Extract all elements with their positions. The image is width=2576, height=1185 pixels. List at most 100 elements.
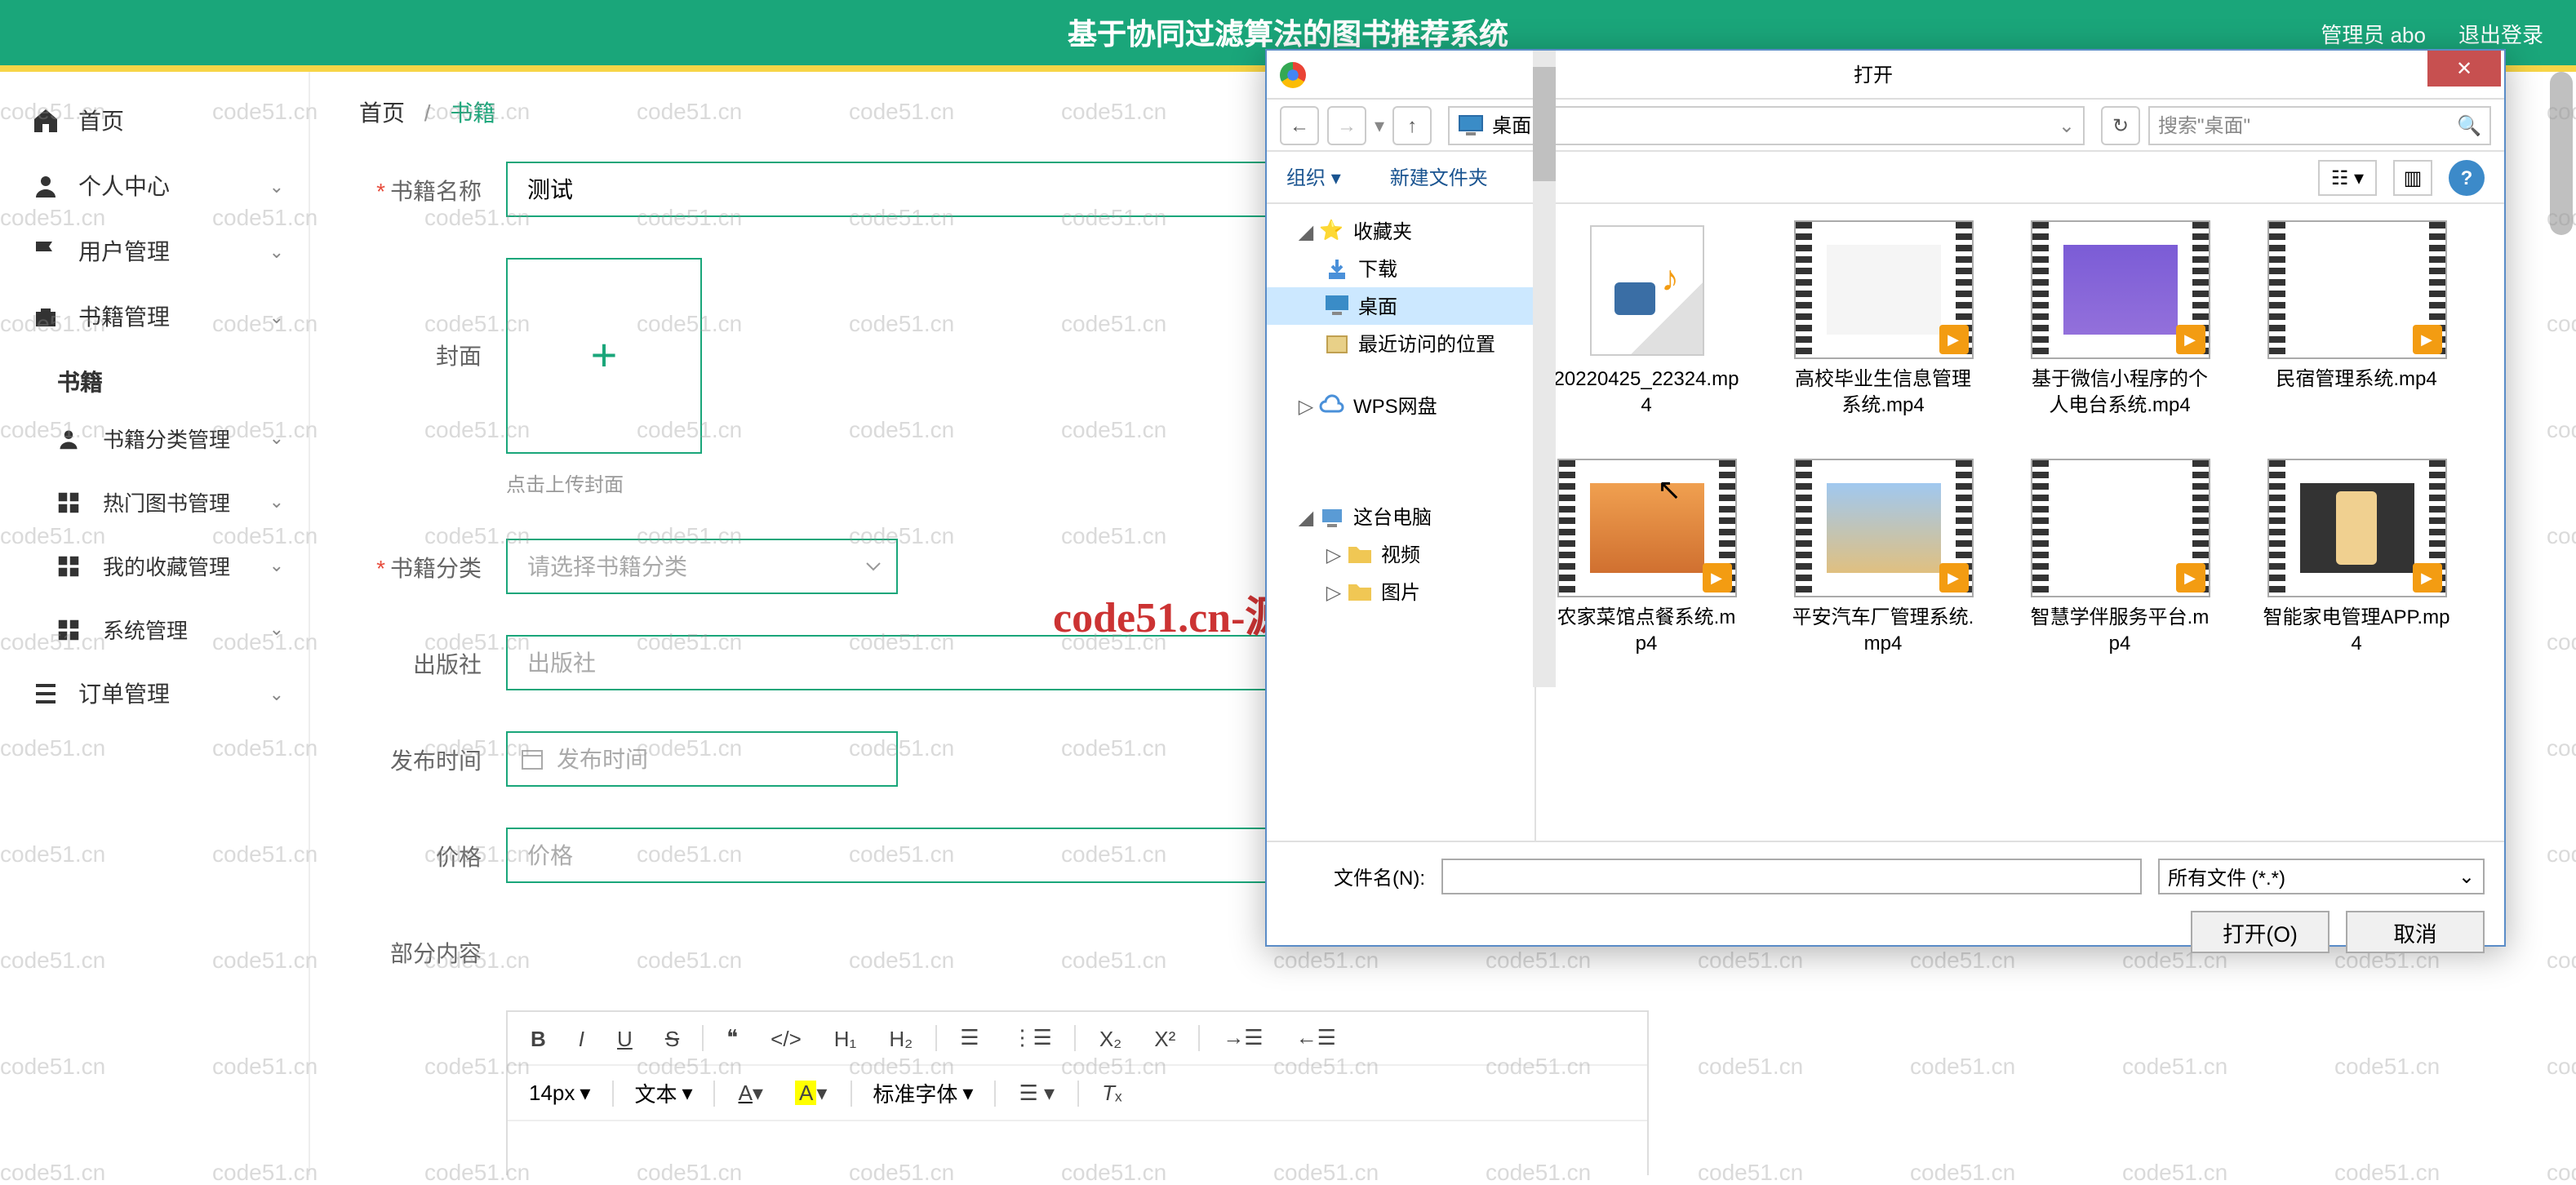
file-item[interactable]: ▶ 农家菜馆点餐系统.mp4 bbox=[1552, 459, 1740, 656]
nav-book-cat[interactable]: 书籍分类管理 ⌄ bbox=[0, 406, 309, 470]
nav-hot-book[interactable]: 热门图书管理 ⌄ bbox=[0, 470, 309, 534]
code-button[interactable]: </> bbox=[761, 1021, 811, 1055]
page-scrollbar[interactable] bbox=[2550, 72, 2573, 235]
ul-button[interactable]: ⋮☰ bbox=[1002, 1020, 1062, 1056]
outdent-button[interactable]: ←☰ bbox=[1286, 1020, 1346, 1056]
upload-cover-box[interactable]: + bbox=[506, 258, 702, 454]
nav-fav[interactable]: 我的收藏管理 ⌄ bbox=[0, 534, 309, 597]
up-button[interactable]: ↑ bbox=[1392, 105, 1432, 144]
nav-personal[interactable]: 个人中心 ⌄ bbox=[0, 153, 309, 219]
breadcrumb-home[interactable]: 首页 bbox=[359, 100, 405, 126]
label-book-name: 书籍名称 bbox=[390, 178, 482, 204]
home-icon bbox=[33, 108, 62, 134]
nav-home[interactable]: 首页 bbox=[0, 88, 309, 153]
h2-button[interactable]: H₂ bbox=[879, 1021, 922, 1055]
recent-dropdown[interactable]: ▾ bbox=[1375, 113, 1384, 136]
organize-menu[interactable]: 组织 ▾ bbox=[1286, 163, 1341, 191]
file-item[interactable]: ▶ 民宿管理系统.mp4 bbox=[2263, 220, 2450, 418]
tree-downloads[interactable]: 下载 bbox=[1267, 250, 1534, 287]
grid-icon bbox=[57, 554, 87, 577]
ol-button[interactable]: ☰ bbox=[950, 1020, 988, 1056]
dialog-footer: 文件名(N): 所有文件 (*.*)⌄ 打开(O) 取消 bbox=[1267, 841, 2504, 970]
user-icon bbox=[33, 173, 62, 199]
nav-sys[interactable]: 系统管理 ⌄ bbox=[0, 597, 309, 661]
sub-button[interactable]: X₂ bbox=[1090, 1021, 1131, 1055]
fontsize-select[interactable]: 14px ▾ bbox=[521, 1076, 598, 1109]
sup-button[interactable]: X² bbox=[1144, 1021, 1185, 1055]
admin-info[interactable]: 管理员 abo bbox=[2321, 17, 2426, 48]
filename-label: 文件名(N): bbox=[1286, 863, 1425, 890]
chrome-icon bbox=[1280, 61, 1306, 87]
file-item[interactable]: ▶ 智慧学伴服务平台.mp4 bbox=[2026, 459, 2214, 656]
star-icon: ⭐ bbox=[1319, 218, 1345, 244]
quote-button[interactable]: ❝ bbox=[717, 1020, 748, 1056]
editor-toolbar: B I U S ❝ </> H₁ H₂ ☰ ⋮☰ X₂ X² →☰ bbox=[508, 1012, 1647, 1066]
tree-scrollbar[interactable] bbox=[1533, 51, 1556, 687]
texttype-select[interactable]: 文本 ▾ bbox=[626, 1074, 700, 1112]
tree-wps[interactable]: ▷WPS网盘 bbox=[1267, 387, 1534, 424]
nav-order[interactable]: 订单管理 ⌄ bbox=[0, 661, 309, 726]
tree-desktop[interactable]: 桌面 bbox=[1267, 287, 1534, 325]
label-category: 书籍分类 bbox=[390, 555, 482, 581]
file-item[interactable]: ▶ 智能家电管理APP.mp4 bbox=[2263, 459, 2450, 656]
dialog-navbar: ← → ▾ ↑ 桌面 ⌄ ↻ 搜索"桌面" 🔍 bbox=[1267, 100, 2504, 152]
fontcolor-button[interactable]: A ▾ bbox=[729, 1075, 773, 1111]
strike-button[interactable]: S bbox=[655, 1021, 689, 1055]
clear-button[interactable]: Tₓ bbox=[1092, 1076, 1131, 1110]
logout-link[interactable]: 退出登录 bbox=[2458, 17, 2543, 48]
file-list: 20220425_22324.mp4 ▶ 高校毕业生信息管理系统.mp4 ▶ 基… bbox=[1536, 204, 2504, 841]
help-button[interactable]: ? bbox=[2449, 159, 2485, 195]
rich-editor: B I U S ❝ </> H₁ H₂ ☰ ⋮☰ X₂ X² →☰ bbox=[506, 1010, 1649, 1175]
input-pubtime[interactable] bbox=[506, 731, 898, 787]
nav-user-mgmt[interactable]: 用户管理 ⌄ bbox=[0, 219, 309, 284]
fontfamily-select[interactable]: 标准字体 ▾ bbox=[864, 1074, 981, 1112]
briefcase-icon bbox=[33, 304, 62, 330]
editor-body[interactable] bbox=[508, 1121, 1647, 1175]
new-folder-button[interactable]: 新建文件夹 bbox=[1390, 163, 1488, 191]
tree-videos[interactable]: ▷视频 bbox=[1267, 535, 1534, 573]
select-category[interactable] bbox=[506, 539, 898, 594]
file-filter-select[interactable]: 所有文件 (*.*)⌄ bbox=[2158, 859, 2485, 894]
underline-button[interactable]: U bbox=[607, 1021, 642, 1055]
tree-favorites[interactable]: ◢⭐收藏夹 bbox=[1267, 212, 1534, 250]
filename-input[interactable] bbox=[1441, 859, 2142, 894]
dialog-titlebar[interactable]: 打开 ✕ bbox=[1267, 51, 2504, 100]
search-input[interactable]: 搜索"桌面" 🔍 bbox=[2148, 105, 2491, 144]
desktop-icon bbox=[1458, 113, 1484, 136]
refresh-button[interactable]: ↻ bbox=[2101, 105, 2140, 144]
file-item[interactable]: 20220425_22324.mp4 bbox=[1552, 220, 1740, 418]
bold-button[interactable]: B bbox=[521, 1021, 556, 1055]
open-button[interactable]: 打开(O) bbox=[2191, 911, 2330, 953]
dialog-title: 打开 bbox=[1319, 60, 2427, 88]
preview-button[interactable]: ▥ bbox=[2393, 159, 2432, 195]
file-open-dialog: 打开 ✕ ← → ▾ ↑ 桌面 ⌄ ↻ 搜索"桌面" 🔍 组织 ▾ 新建文件夹 … bbox=[1265, 49, 2506, 947]
pc-icon bbox=[1319, 504, 1345, 530]
h1-button[interactable]: H₁ bbox=[824, 1021, 867, 1055]
label-cover: 封面 bbox=[436, 343, 482, 369]
chevron-down-icon: ⌄ bbox=[269, 491, 284, 513]
recent-icon bbox=[1324, 331, 1350, 357]
desktop-icon bbox=[1324, 293, 1350, 319]
close-button[interactable]: ✕ bbox=[2427, 51, 2501, 87]
file-item[interactable]: ▶ 高校毕业生信息管理系统.mp4 bbox=[1789, 220, 1977, 418]
indent-button[interactable]: →☰ bbox=[1213, 1020, 1272, 1056]
file-item[interactable]: ▶ 平安汽车厂管理系统.mp4 bbox=[1789, 459, 1977, 656]
tree-recent[interactable]: 最近访问的位置 bbox=[1267, 325, 1534, 362]
back-button[interactable]: ← bbox=[1280, 105, 1319, 144]
cloud-icon bbox=[1319, 393, 1345, 419]
align-button[interactable]: ☰ ▾ bbox=[1009, 1075, 1064, 1111]
bgcolor-button[interactable]: A ▾ bbox=[786, 1075, 837, 1111]
italic-button[interactable]: I bbox=[569, 1021, 594, 1055]
tree-pictures[interactable]: ▷图片 bbox=[1267, 573, 1534, 610]
forward-button[interactable]: → bbox=[1327, 105, 1366, 144]
file-item[interactable]: ▶ 基于微信小程序的个人电台系统.mp4 bbox=[2026, 220, 2214, 418]
cancel-button[interactable]: 取消 bbox=[2346, 911, 2485, 953]
chevron-down-icon: ⌄ bbox=[269, 175, 284, 197]
tree-thispc[interactable]: ◢这台电脑 bbox=[1267, 498, 1534, 535]
view-mode-button[interactable]: ☷ ▾ bbox=[2318, 159, 2377, 195]
list-icon bbox=[33, 681, 62, 707]
download-icon bbox=[1324, 255, 1350, 282]
dialog-toolbar: 组织 ▾ 新建文件夹 ☷ ▾ ▥ ? bbox=[1267, 152, 2504, 204]
flag-icon bbox=[33, 238, 62, 264]
nav-book-mgmt[interactable]: 书籍管理 ⌄ bbox=[0, 284, 309, 349]
